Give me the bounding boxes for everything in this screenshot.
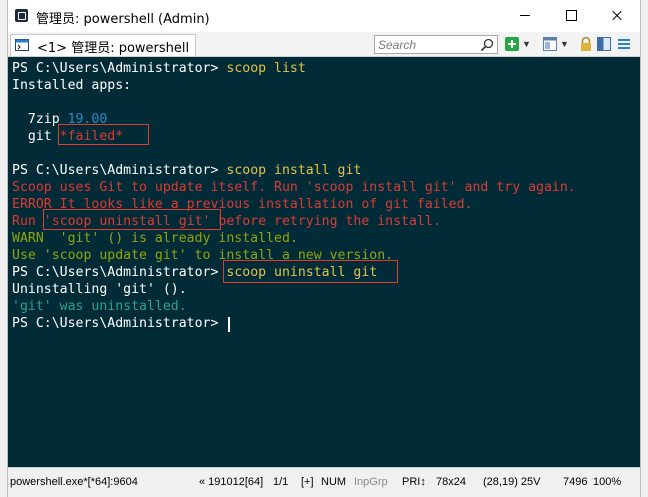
new-console-icon[interactable] (504, 35, 520, 53)
highlight-failed (58, 124, 149, 145)
scrollbar[interactable] (632, 57, 640, 467)
menu-icon[interactable] (616, 35, 632, 53)
minimize-button[interactable] (502, 0, 548, 32)
status-pane[interactable]: 1/1 (273, 476, 288, 488)
console-line: PS C:\Users\Administrator> (12, 315, 226, 332)
toolbar: <1> 管理员: powershell ▼ (8, 32, 640, 57)
view-icon[interactable] (542, 35, 558, 53)
lock-icon[interactable] (578, 35, 594, 53)
console-line-segment: Scoop uses Git to update itself. Run 'sc… (12, 180, 576, 195)
view-dropdown-icon[interactable]: ▼ (560, 35, 570, 53)
console-line: WARN 'git' () is already installed. (12, 230, 298, 247)
console-line: Installed apps: (12, 77, 131, 94)
status-build[interactable]: « 191012[64] (199, 476, 263, 488)
console-line-segment: 'git' was uninstalled. (12, 299, 187, 314)
status-bar: powershell.exe*[*64]:9604 « 191012[64] 1… (8, 467, 640, 497)
status-num[interactable]: NUM (321, 476, 346, 488)
status-priority[interactable]: PRI↕ (402, 476, 426, 488)
console-line-segment: PS C:\Users\Administrator> (12, 61, 227, 76)
status-insert[interactable]: [+] (301, 476, 314, 488)
console-line-segment: PS C:\Users\Administrator> (12, 163, 227, 178)
console-line: Uninstalling 'git' (). (12, 281, 187, 298)
console-line: PS C:\Users\Administrator> scoop list (12, 60, 306, 77)
console-line-segment: PS C:\Users\Administrator> (12, 316, 227, 331)
status-zoom[interactable]: 100% (593, 476, 621, 488)
new-console-dropdown-icon[interactable]: ▼ (522, 35, 532, 53)
status-size[interactable]: 78x24 (436, 476, 466, 488)
console-line: Scoop uses Git to update itself. Run 'sc… (12, 179, 576, 196)
console-tab[interactable]: <1> 管理员: powershell (10, 34, 196, 56)
console-line-segment: scoop install git (226, 163, 362, 178)
window-title: 管理员: powershell (Admin) (36, 12, 210, 27)
console-tab-icon (15, 39, 29, 51)
search-icon[interactable] (479, 37, 495, 53)
highlight-uninstall-command (223, 260, 398, 283)
console-line-segment: scoop list (226, 61, 306, 76)
console-line-segment: Installed apps: (12, 78, 132, 93)
console-line-segment: PS C:\Users\Administrator> (12, 265, 227, 280)
app-icon (15, 9, 28, 22)
status-inpgrp[interactable]: InpGrp (354, 476, 388, 488)
close-button[interactable] (594, 0, 640, 32)
console-line-segment: git (12, 129, 60, 144)
title-bar[interactable]: 管理员: powershell (Admin) (8, 0, 640, 32)
console-line-segment: Uninstalling 'git' (). (12, 282, 187, 297)
console-line: 'git' was uninstalled. (12, 298, 187, 315)
layout-icon[interactable] (596, 35, 612, 53)
tab-label: <1> 管理员: powershell (37, 41, 190, 56)
status-memory[interactable]: 7496 (563, 476, 587, 488)
text-cursor (228, 317, 230, 332)
console-window: 管理员: powershell (Admin) <1> 管理员: powersh… (8, 0, 640, 497)
console-line-segment: WARN 'git' () is already installed. (12, 231, 298, 246)
search-input[interactable] (375, 36, 481, 53)
search-box[interactable] (374, 35, 498, 54)
highlight-uninstall-hint (43, 209, 221, 230)
status-cursor-pos[interactable]: (28,19) 25V (483, 476, 540, 488)
maximize-button[interactable] (548, 0, 594, 32)
console-line: PS C:\Users\Administrator> scoop install… (12, 162, 361, 179)
console-output[interactable]: PS C:\Users\Administrator> scoop list Ins… (8, 57, 640, 467)
status-process[interactable]: powershell.exe*[*64]:9604 (10, 476, 138, 488)
